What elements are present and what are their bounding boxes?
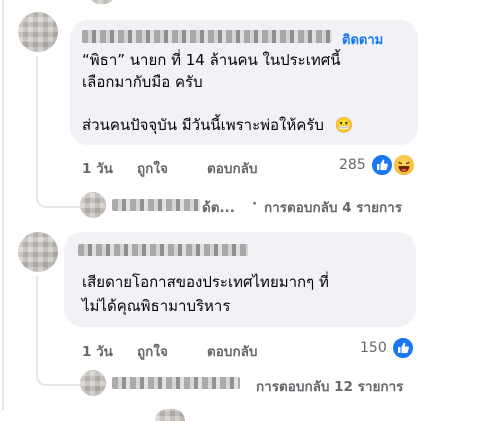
haha-reaction-icon: [392, 153, 416, 177]
laughing-face-icon: [398, 161, 410, 172]
reply-button[interactable]: ตอบกลับ: [207, 340, 257, 362]
reaction-count[interactable]: 150: [360, 340, 387, 356]
commenter-name[interactable]: [82, 30, 332, 43]
comment-text-span: ส่วนคนปัจจุบัน มีวันนี้เพราะพ่อให้ครับ: [82, 116, 324, 134]
reply-avatar[interactable]: [80, 370, 106, 396]
comment-text-line: เลือกมากับมือ ครับ: [82, 73, 203, 91]
view-replies-link[interactable]: การตอบกลับ 12 รายการ: [256, 375, 403, 397]
replier-name[interactable]: [112, 199, 200, 211]
comment-time[interactable]: 1 วัน: [82, 157, 113, 179]
like-button[interactable]: ถูกใจ: [137, 157, 168, 179]
reaction-count[interactable]: 285: [339, 157, 366, 173]
replier-name[interactable]: [112, 377, 240, 389]
comment-text-line: “พิธา” นายก ที่ 14 ล้านคน ในประเทศนี้: [82, 51, 341, 69]
like-button[interactable]: ถูกใจ: [137, 340, 168, 362]
comment-text-line: ส่วนคนปัจจุบัน มีวันนี้เพราะพ่อให้ครับ 😬: [82, 115, 353, 135]
comment-bubble: เสียดายโอกาสของประเทศไทยมากๆ ที่ ไม่ได้ค…: [64, 232, 416, 327]
replier-name-suffix[interactable]: ด้ต...: [202, 196, 235, 218]
like-reaction-icon: [370, 153, 394, 177]
thumbs-up-icon: [377, 159, 388, 171]
grimace-emoji-icon: 😬: [334, 116, 354, 134]
reply-button[interactable]: ตอบกลับ: [207, 157, 257, 179]
like-reaction-icon: [391, 336, 415, 360]
thumbs-up-icon: [398, 342, 409, 354]
view-replies-link[interactable]: การตอบกลับ 4 รายการ: [264, 196, 402, 218]
avatar[interactable]: [155, 409, 185, 421]
comment-bubble: ติดตาม “พิธา” นายก ที่ 14 ล้านคน ในประเท…: [70, 20, 418, 145]
avatar[interactable]: [18, 232, 58, 272]
commenter-name[interactable]: [78, 244, 248, 256]
comment-time[interactable]: 1 วัน: [82, 340, 113, 362]
comment-text-line: เสียดายโอกาสของประเทศไทยมากๆ ที่: [82, 273, 329, 291]
avatar[interactable]: [18, 12, 58, 52]
reply-avatar[interactable]: [80, 192, 106, 218]
comment-text-line: ไม่ได้คุณพิธามาบริหาร: [82, 297, 231, 315]
thread-line: [2, 0, 4, 410]
follow-button[interactable]: ติดตาม: [342, 29, 383, 50]
avatar[interactable]: [88, 0, 116, 4]
separator-dot: ·: [252, 196, 258, 212]
